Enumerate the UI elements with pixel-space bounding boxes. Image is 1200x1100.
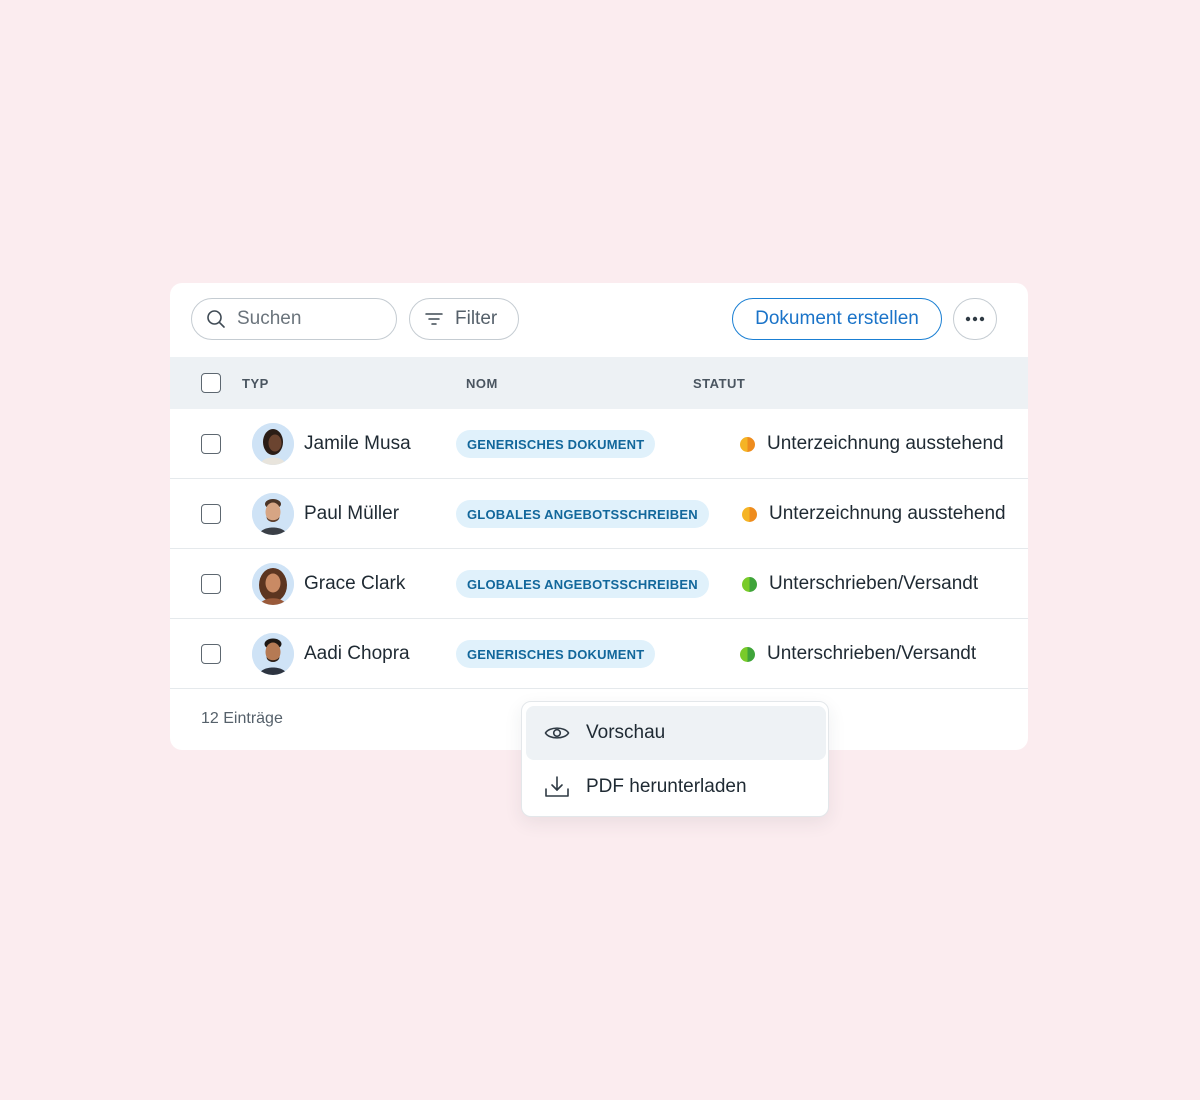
table-row[interactable]: Paul Müller GLOBALES ANGEBOTSSCHREIBEN U… (170, 479, 1028, 549)
search-placeholder: Suchen (237, 308, 302, 329)
status-label: Unterschrieben/Versandt (767, 643, 977, 664)
create-document-label: Dokument erstellen (755, 308, 919, 329)
context-menu: Vorschau PDF herunterladen (521, 701, 829, 817)
filter-label: Filter (455, 308, 498, 329)
status-pending-icon (740, 436, 755, 452)
column-header-nom[interactable]: NOM (466, 376, 498, 391)
table-row[interactable]: Jamile Musa GENERISCHES DOKUMENT Unterze… (170, 409, 1028, 479)
document-type-badge: GLOBALES ANGEBOTSSCHREIBEN (456, 500, 709, 528)
document-type-badge: GLOBALES ANGEBOTSSCHREIBEN (456, 570, 709, 598)
menu-item-preview[interactable]: Vorschau (526, 706, 826, 760)
filter-button[interactable]: Filter (409, 298, 519, 340)
table-row[interactable]: Grace Clark GLOBALES ANGEBOTSSCHREIBEN U… (170, 549, 1028, 619)
toolbar: Suchen Filter Dokument erstellen (170, 283, 1028, 357)
eye-icon (544, 727, 570, 739)
menu-item-label: PDF herunterladen (586, 776, 747, 797)
table-row[interactable]: Aadi Chopra GENERISCHES DOKUMENT Untersc… (170, 619, 1028, 689)
row-checkbox[interactable] (201, 434, 221, 454)
menu-item-download-pdf[interactable]: PDF herunterladen (526, 760, 826, 814)
create-document-button[interactable]: Dokument erstellen (732, 298, 942, 340)
avatar (252, 563, 294, 605)
avatar (252, 493, 294, 535)
entries-count: 12 Einträge (201, 710, 283, 727)
status-signed-icon (740, 646, 755, 662)
person-name: Grace Clark (304, 573, 406, 594)
documents-table-card: Suchen Filter Dokument erstellen TYP NOM… (170, 283, 1028, 750)
more-horizontal-icon (965, 316, 985, 322)
status-label: Unterschrieben/Versandt (769, 573, 979, 594)
status-label: Unterzeichnung ausstehend (769, 503, 1006, 524)
status-cell: Unterzeichnung ausstehend (742, 503, 1006, 525)
avatar (252, 423, 294, 465)
document-type-badge: GENERISCHES DOKUMENT (456, 640, 656, 668)
status-cell: Unterzeichnung ausstehend (740, 433, 1004, 455)
row-checkbox[interactable] (201, 644, 221, 664)
filter-icon (425, 313, 443, 325)
table-header: TYP NOM STATUT (170, 357, 1028, 409)
status-cell: Unterschrieben/Versandt (742, 573, 978, 595)
status-label: Unterzeichnung ausstehend (767, 433, 1004, 454)
document-type-badge: GENERISCHES DOKUMENT (456, 430, 656, 458)
select-all-checkbox[interactable] (201, 373, 221, 393)
status-signed-icon (742, 576, 757, 592)
menu-item-label: Vorschau (586, 722, 666, 743)
column-header-statut[interactable]: STATUT (693, 376, 745, 391)
person-name: Paul Müller (304, 503, 400, 524)
column-header-typ[interactable]: TYP (242, 376, 269, 391)
status-pending-icon (742, 506, 757, 522)
avatar (252, 633, 294, 675)
search-icon (207, 310, 225, 328)
status-cell: Unterschrieben/Versandt (740, 643, 976, 665)
person-name: Aadi Chopra (304, 643, 410, 664)
person-name: Jamile Musa (304, 433, 411, 454)
row-checkbox[interactable] (201, 574, 221, 594)
row-checkbox[interactable] (201, 504, 221, 524)
search-input[interactable]: Suchen (191, 298, 397, 340)
more-options-button[interactable] (953, 298, 997, 340)
download-icon (545, 776, 569, 797)
